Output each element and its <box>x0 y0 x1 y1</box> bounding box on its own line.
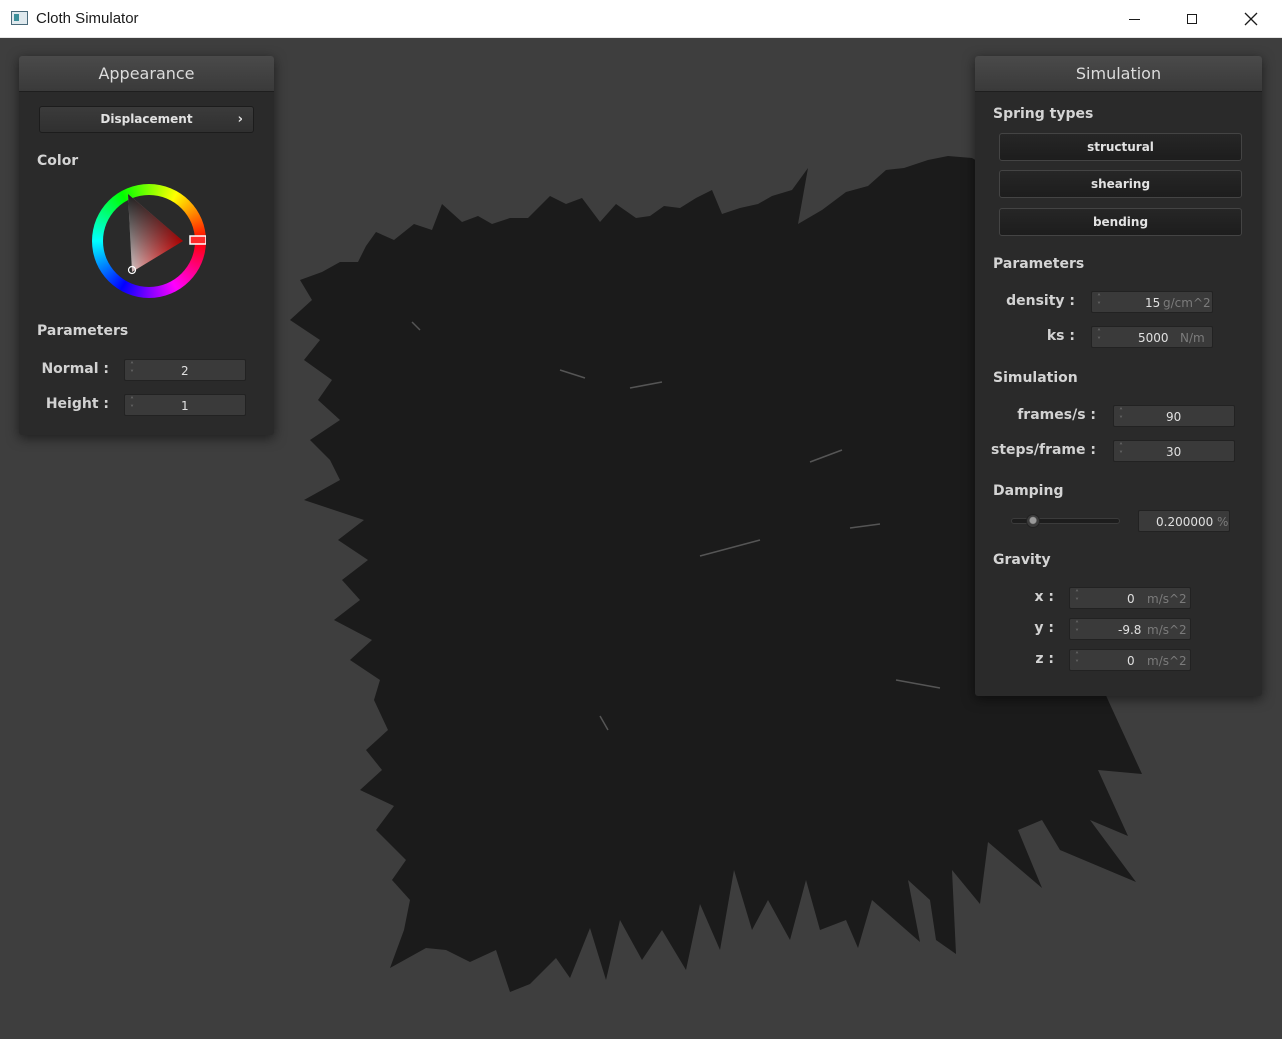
gravity-z-value: 0 <box>1127 654 1135 668</box>
fps-value: 90 <box>1166 410 1182 424</box>
ks-field[interactable]: ˄ ˅ 5000 N/m <box>1091 326 1213 348</box>
spinner-icon[interactable]: ˄ ˅ <box>1075 652 1079 668</box>
steps-per-frame-value: 30 <box>1166 445 1182 459</box>
gravity-z-unit: m/s^2 <box>1147 654 1187 668</box>
hue-ring-marker[interactable] <box>189 235 206 245</box>
appearance-panel-header[interactable]: Appearance <box>19 56 274 92</box>
simulation-section-label: Simulation <box>993 370 1078 386</box>
fps-label: frames/s : <box>1017 407 1096 423</box>
window-title-bar: Cloth Simulator <box>0 0 1282 38</box>
simulation-panel: Simulation Spring types structural shear… <box>975 56 1262 696</box>
density-unit: g/cm^2 <box>1163 296 1211 310</box>
bending-toggle-button[interactable]: bending <box>999 208 1242 236</box>
spinner-icon[interactable]: ˄ ˅ <box>130 362 134 378</box>
height-label: Height : <box>45 396 109 412</box>
structural-toggle-button[interactable]: structural <box>999 133 1242 161</box>
spinner-icon[interactable]: ˄ ˅ <box>130 397 134 413</box>
damping-label: Damping <box>993 483 1064 499</box>
damping-slider-knob[interactable] <box>1025 514 1040 528</box>
color-label: Color <box>37 153 79 169</box>
fps-field[interactable]: ˄ ˅ 90 <box>1113 405 1235 427</box>
app-icon <box>11 11 28 25</box>
gravity-y-value: -9.8 <box>1118 623 1142 637</box>
gravity-y-field[interactable]: ˄ ˅ -9.8 m/s^2 <box>1069 618 1191 640</box>
minimize-icon <box>1128 18 1140 20</box>
damping-field[interactable]: 0.200000 % <box>1138 510 1230 532</box>
density-field[interactable]: ˄ ˅ 15 g/cm^2 <box>1091 291 1213 313</box>
normal-value: 2 <box>181 364 189 378</box>
height-value: 1 <box>181 399 189 413</box>
appearance-panel: Appearance Displacement › Color Paramete… <box>19 56 274 435</box>
gravity-x-label: x : <box>1034 589 1054 605</box>
spinner-icon[interactable]: ˄ ˅ <box>1075 621 1079 637</box>
density-value: 15 <box>1145 296 1161 310</box>
gravity-z-label: z : <box>1035 651 1054 667</box>
density-label: density : <box>1006 293 1075 309</box>
gravity-z-field[interactable]: ˄ ˅ 0 m/s^2 <box>1069 649 1191 671</box>
normal-field[interactable]: ˄ ˅ 2 <box>124 359 246 381</box>
gravity-x-field[interactable]: ˄ ˅ 0 m/s^2 <box>1069 587 1191 609</box>
spinner-icon[interactable]: ˄ ˅ <box>1097 329 1101 345</box>
damping-value: 0.200000 <box>1156 515 1214 529</box>
ks-unit: N/m <box>1180 331 1205 345</box>
shader-dropdown-label: Displacement <box>100 112 193 126</box>
maximize-icon <box>1187 14 1197 24</box>
gravity-x-value: 0 <box>1127 592 1135 606</box>
simulation-panel-header[interactable]: Simulation <box>975 56 1262 92</box>
chevron-right-icon: › <box>237 112 243 127</box>
damping-unit: % <box>1217 515 1229 529</box>
shearing-toggle-button[interactable]: shearing <box>999 170 1242 198</box>
spring-types-label: Spring types <box>993 106 1094 122</box>
color-triangle[interactable] <box>92 184 206 298</box>
shader-dropdown[interactable]: Displacement › <box>39 106 254 133</box>
steps-per-frame-label: steps/frame : <box>991 442 1096 458</box>
gravity-x-unit: m/s^2 <box>1147 592 1187 606</box>
simulation-parameters-label: Parameters <box>993 256 1085 272</box>
minimize-button[interactable] <box>1105 0 1163 38</box>
close-icon <box>1244 12 1258 26</box>
ks-value: 5000 <box>1138 331 1169 345</box>
spinner-icon[interactable]: ˄ ˅ <box>1075 590 1079 606</box>
spinner-icon[interactable]: ˄ ˅ <box>1119 443 1123 459</box>
gravity-label: Gravity <box>993 552 1051 568</box>
appearance-parameters-label: Parameters <box>37 323 129 339</box>
height-field[interactable]: ˄ ˅ 1 <box>124 394 246 416</box>
close-button[interactable] <box>1222 0 1280 38</box>
color-wheel[interactable] <box>92 184 206 298</box>
window-title: Cloth Simulator <box>36 10 139 27</box>
gravity-y-unit: m/s^2 <box>1147 623 1187 637</box>
maximize-button[interactable] <box>1163 0 1221 38</box>
normal-label: Normal : <box>41 361 109 377</box>
spinner-icon[interactable]: ˄ ˅ <box>1119 408 1123 424</box>
gravity-y-label: y : <box>1034 620 1054 636</box>
steps-per-frame-field[interactable]: ˄ ˅ 30 <box>1113 440 1235 462</box>
ks-label: ks : <box>1046 328 1075 344</box>
spinner-icon[interactable]: ˄ ˅ <box>1097 294 1101 310</box>
